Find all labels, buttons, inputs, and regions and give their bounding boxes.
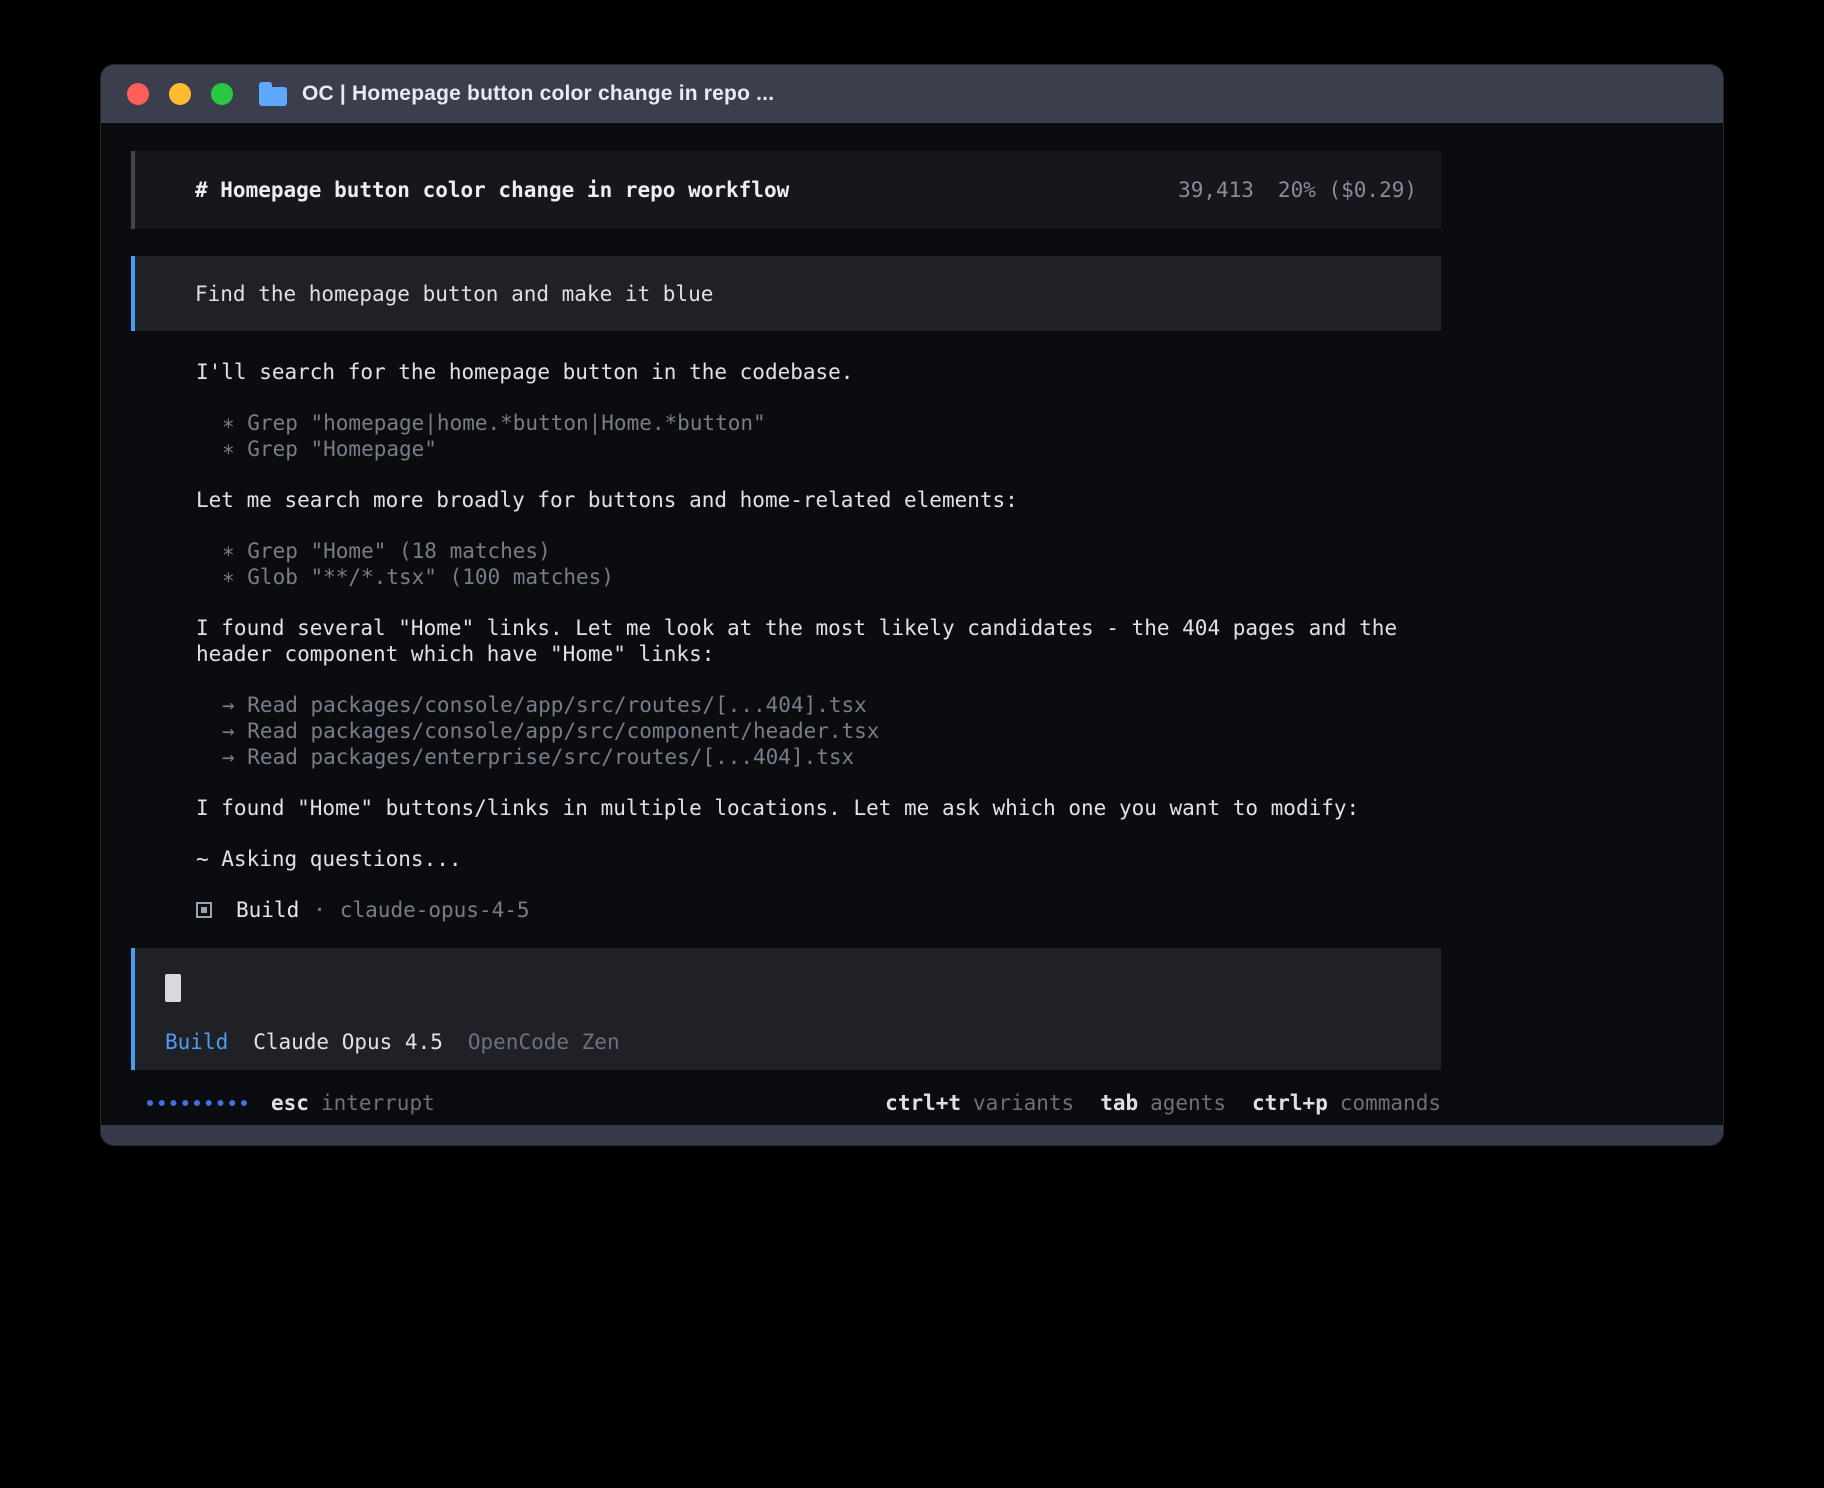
message-line: I found several "Home" links. Let me loo… <box>196 615 1441 667</box>
window-title: OC | Homepage button color change in rep… <box>302 82 774 106</box>
terminal-content: # Homepage button color change in repo w… <box>101 123 1723 1116</box>
close-button[interactable] <box>127 83 149 105</box>
shortcut-hint: ctrl+t variants <box>885 1091 1074 1115</box>
window-controls <box>127 83 233 105</box>
input-status-row: Build Claude Opus 4.5 OpenCode Zen <box>165 1030 1441 1054</box>
status-bar: esc interrupt ctrl+tvariantstabagentsctr… <box>131 1090 1441 1116</box>
assistant-text: ~ Asking questions... <box>196 846 1441 872</box>
tool-line: → Read packages/console/app/src/routes/[… <box>222 692 1441 718</box>
shortcut-hint: ctrl+p commands <box>1252 1091 1441 1115</box>
message-line: I'll search for the homepage button in t… <box>196 359 1441 385</box>
terminal-window: OC | Homepage button color change in rep… <box>100 64 1724 1146</box>
zoom-button[interactable] <box>211 83 233 105</box>
tool-call-group: → Read packages/console/app/src/routes/[… <box>196 692 1441 770</box>
titlebar[interactable]: OC | Homepage button color change in rep… <box>101 65 1723 123</box>
mode-badge: Build <box>165 1030 228 1054</box>
provider-label: OpenCode Zen <box>468 1030 620 1054</box>
agent-model: claude-opus-4-5 <box>340 898 530 922</box>
conversation: I'll search for the homepage button in t… <box>131 359 1441 872</box>
agent-name: Build <box>236 898 299 922</box>
agent-separator: · <box>313 898 326 922</box>
tool-line: ∗ Glob "**/*.tsx" (100 matches) <box>222 564 1441 590</box>
tool-line: ∗ Grep "Home" (18 matches) <box>222 538 1441 564</box>
user-message: Find the homepage button and make it blu… <box>131 256 1441 331</box>
shortcut-key: ctrl+t <box>885 1091 961 1115</box>
tool-line: ∗ Grep "Homepage" <box>222 436 1441 462</box>
agent-build-icon <box>196 902 212 918</box>
context-usage: 20% ($0.29) <box>1278 178 1417 202</box>
assistant-text: I'll search for the homepage button in t… <box>196 359 1441 385</box>
text-cursor-icon <box>165 974 181 1002</box>
status-bar-left: esc interrupt <box>147 1091 435 1115</box>
message-line: Let me search more broadly for buttons a… <box>196 487 1441 513</box>
tool-line: → Read packages/enterprise/src/routes/[.… <box>222 744 1441 770</box>
esc-key-label: esc <box>271 1091 309 1115</box>
shortcut-hint: tab agents <box>1100 1091 1226 1115</box>
shortcut-action: agents <box>1150 1091 1226 1115</box>
tool-line: → Read packages/console/app/src/componen… <box>222 718 1441 744</box>
shortcut-key: ctrl+p <box>1252 1091 1328 1115</box>
session-stats: 39,413 20% ($0.29) <box>1178 178 1417 202</box>
message-line: I found "Home" buttons/links in multiple… <box>196 795 1441 821</box>
title-group: OC | Homepage button color change in rep… <box>259 82 774 106</box>
assistant-text: Let me search more broadly for buttons a… <box>196 487 1441 513</box>
shortcut-key: tab <box>1100 1091 1138 1115</box>
session-header: # Homepage button color change in repo w… <box>131 151 1441 229</box>
shortcut-action: variants <box>973 1091 1074 1115</box>
agent-status-row: Build · claude-opus-4-5 <box>131 897 1441 923</box>
minimize-button[interactable] <box>169 83 191 105</box>
shortcut-action: commands <box>1340 1091 1441 1115</box>
tool-call-group: ∗ Grep "homepage|home.*button|Home.*butt… <box>196 410 1441 462</box>
spinner-dots-icon <box>147 1100 247 1106</box>
assistant-text: I found "Home" buttons/links in multiple… <box>196 795 1441 821</box>
message-line: ~ Asking questions... <box>196 846 1441 872</box>
tool-line: ∗ Grep "homepage|home.*button|Home.*butt… <box>222 410 1441 436</box>
prompt-input[interactable]: Build Claude Opus 4.5 OpenCode Zen <box>131 948 1441 1070</box>
token-count: 39,413 <box>1178 178 1254 202</box>
model-label: Claude Opus 4.5 <box>253 1030 443 1054</box>
footer-shortcuts: ctrl+t variants tab agents ctrl+p commands <box>885 1091 1441 1115</box>
folder-icon <box>259 87 287 106</box>
user-message-text: Find the homepage button and make it blu… <box>195 282 713 306</box>
session-title: # Homepage button color change in repo w… <box>195 178 789 202</box>
assistant-text: I found several "Home" links. Let me loo… <box>196 615 1441 667</box>
tool-call-group: ∗ Grep "Home" (18 matches)∗ Glob "**/*.t… <box>196 538 1441 590</box>
interrupt-hint: esc interrupt <box>271 1091 435 1115</box>
window-bottom-edge <box>101 1125 1723 1145</box>
interrupt-label: interrupt <box>321 1091 435 1115</box>
